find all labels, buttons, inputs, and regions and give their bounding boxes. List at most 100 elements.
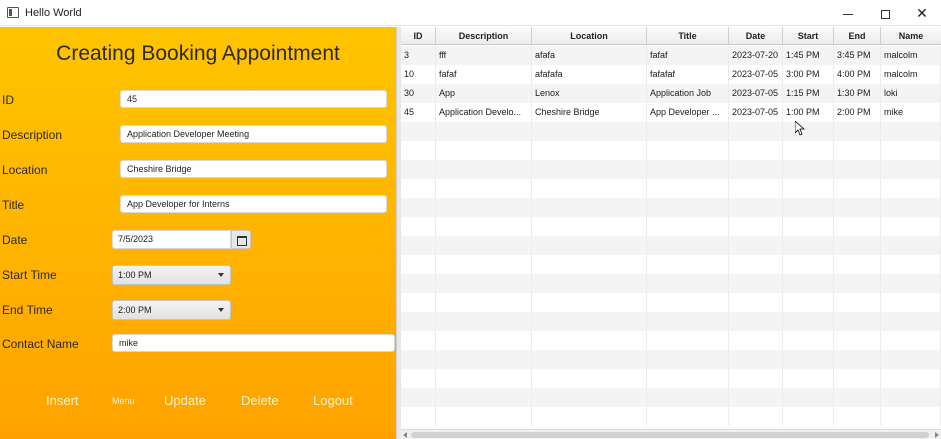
minimize-icon[interactable] [829,0,867,26]
column-header-end[interactable]: End [834,27,881,45]
cell-location [532,236,647,255]
empty-table-row [401,388,941,407]
description-field[interactable] [120,125,387,143]
column-header-title[interactable]: Title [647,27,729,45]
close-icon[interactable]: ✕ [903,0,941,26]
table-row[interactable]: 45 Application Develo... Cheshire Bridge Ap… [401,103,941,122]
cell-location [532,312,647,331]
cell-name [881,274,941,293]
cell-start [783,141,834,160]
column-header-start[interactable]: Start [783,27,834,45]
cell-id [401,255,436,274]
end-time-select[interactable]: 2:00 PM [112,300,231,320]
cell-name [881,217,941,236]
cell-location: Lenox [532,84,647,103]
appointments-table[interactable]: ID Description Location Title Date Start… [401,27,941,439]
scrollbar-thumb[interactable] [411,432,929,438]
cell-title: Application Job [647,84,729,103]
location-field[interactable] [120,160,387,178]
cell-start [783,331,834,350]
cell-start [783,369,834,388]
cell-location [532,141,647,160]
id-field[interactable] [120,90,387,108]
scroll-right-icon[interactable] [935,432,939,438]
description-label: Description [2,128,63,142]
cell-name [881,407,941,426]
empty-table-row [401,369,941,388]
cell-end: 1:30 PM [834,84,881,103]
cell-name [881,312,941,331]
start-time-select[interactable]: 1:00 PM [112,265,231,285]
cell-title [647,331,729,350]
maximize-icon[interactable] [866,0,904,26]
chevron-down-icon [218,273,224,277]
cell-start [783,236,834,255]
contact-name-label: Contact Name [2,337,79,351]
cell-description [436,407,532,426]
cell-start [783,255,834,274]
cell-title [647,179,729,198]
empty-table-row [401,160,941,179]
cell-end [834,312,881,331]
delete-button[interactable]: Delete [241,393,279,408]
cell-end [834,255,881,274]
cell-start [783,388,834,407]
column-header-description[interactable]: Description [436,27,532,45]
cell-title [647,160,729,179]
cell-id: 10 [401,65,436,84]
cell-id [401,217,436,236]
cell-id [401,122,436,141]
empty-table-row [401,293,941,312]
cell-end [834,369,881,388]
table-row[interactable]: 10 fafaf afafafa fafafaf 2023-07-05 3:00 PM 4:… [401,65,941,84]
cell-title: App Developer ... [647,103,729,122]
cell-date [729,350,783,369]
cell-start [783,407,834,426]
cell-date [729,331,783,350]
scroll-left-icon[interactable] [403,432,407,438]
title-field[interactable] [120,195,387,213]
logout-button[interactable]: Logout [313,393,353,408]
date-field[interactable]: 7/5/2023 [112,230,231,249]
empty-table-row [401,312,941,331]
cell-name: malcolm [881,65,941,84]
cell-end [834,388,881,407]
cell-title [647,407,729,426]
cell-location: Cheshire Bridge [532,103,647,122]
cell-description [436,369,532,388]
cell-id: 3 [401,46,436,65]
cell-end [834,236,881,255]
column-header-date[interactable]: Date [729,27,783,45]
location-label: Location [2,163,48,177]
cell-id [401,160,436,179]
cell-start [783,122,834,141]
empty-table-row [401,217,941,236]
cell-name [881,141,941,160]
contact-name-field[interactable] [112,334,395,352]
table-row[interactable]: 3 fff afafa fafaf 2023-07-20 1:45 PM 3:45 PM ma… [401,46,941,65]
cell-start: 1:45 PM [783,46,834,65]
menu-button[interactable]: Menu [112,396,135,406]
column-header-name[interactable]: Name [881,27,941,45]
cell-name [881,198,941,217]
cell-description: fff [436,46,532,65]
column-header-location[interactable]: Location [532,27,647,45]
cell-id [401,312,436,331]
calendar-icon[interactable] [231,230,251,249]
table-row[interactable]: 30 App Lenox Application Job 2023-07-05 1:15 … [401,84,941,103]
cell-start [783,274,834,293]
cell-id [401,236,436,255]
cell-date [729,388,783,407]
cell-description: App [436,84,532,103]
empty-table-row [401,198,941,217]
column-header-id[interactable]: ID [401,27,436,45]
empty-table-row [401,236,941,255]
cell-end [834,122,881,141]
cell-location [532,217,647,236]
cell-id [401,407,436,426]
insert-button[interactable]: Insert [46,393,79,408]
cell-description [436,274,532,293]
horizontal-scrollbar[interactable] [401,429,941,439]
cell-name [881,122,941,141]
update-button[interactable]: Update [164,393,206,408]
